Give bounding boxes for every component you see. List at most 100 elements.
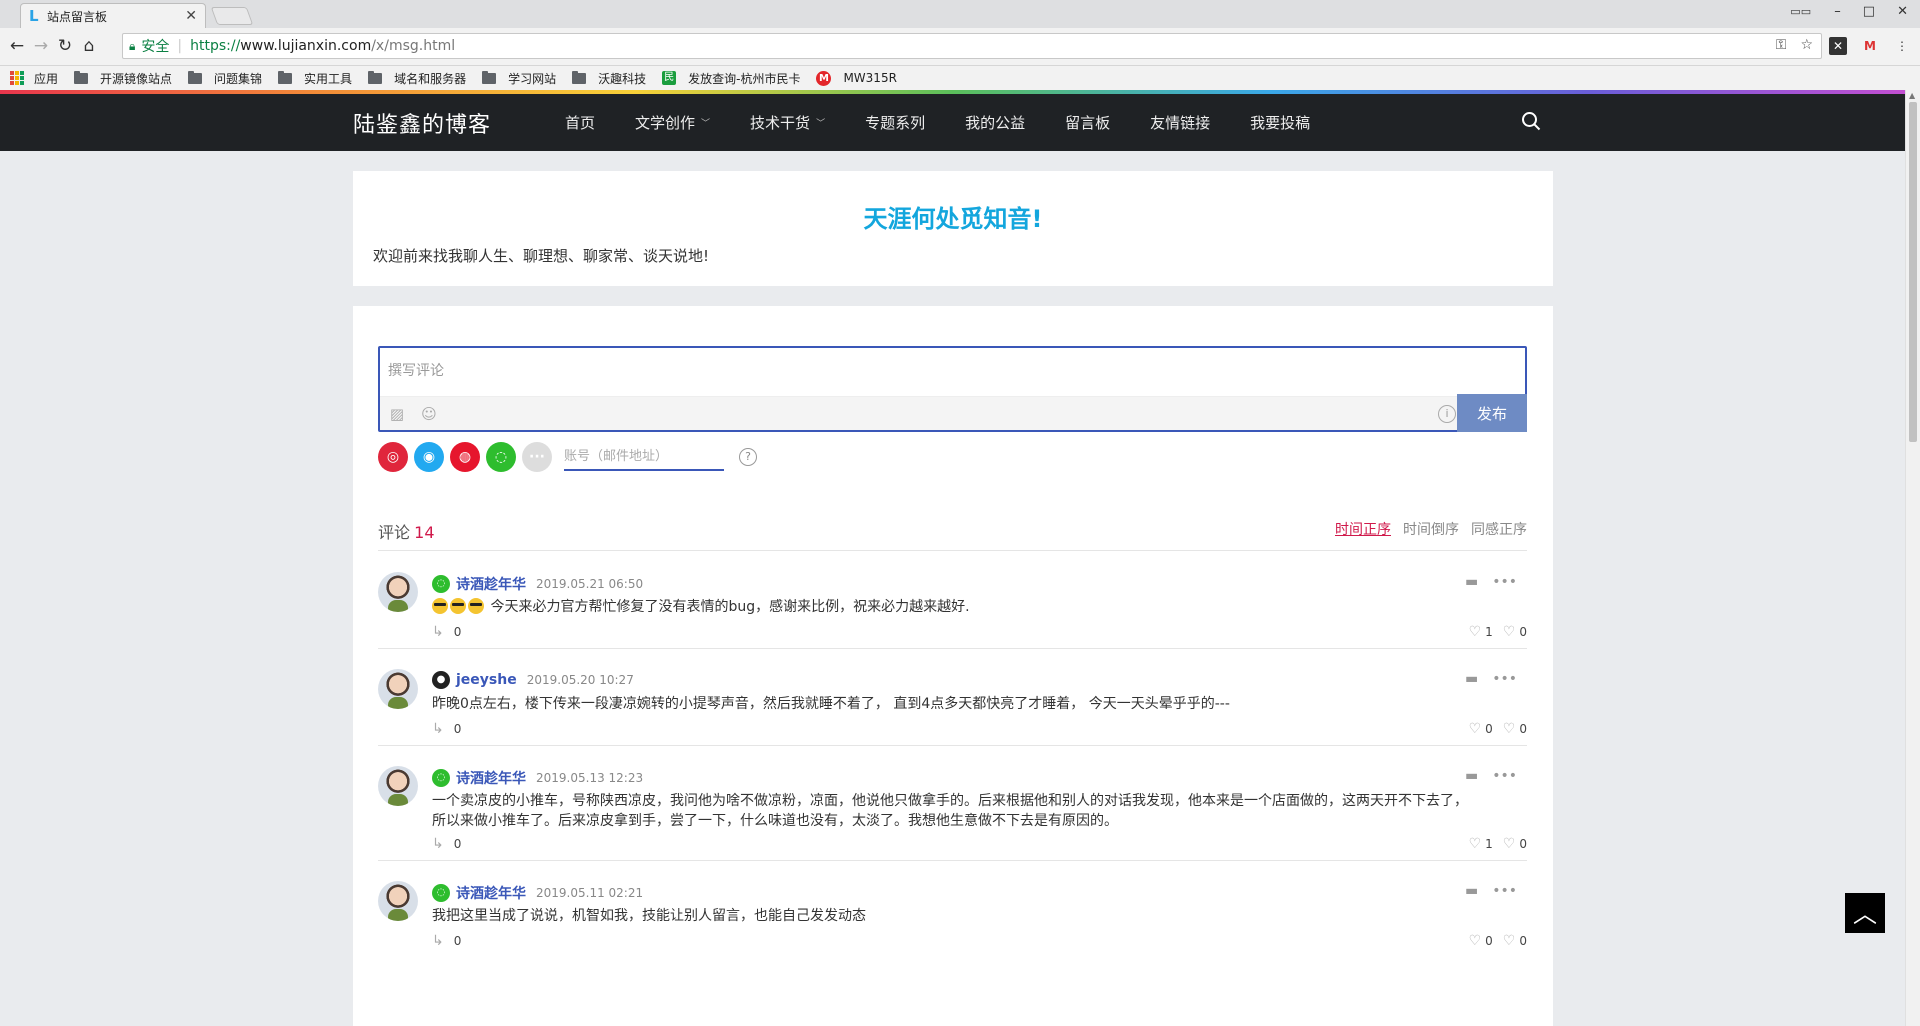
reply-button[interactable]: ↳ 0 (432, 836, 461, 852)
dislike-count: 0 (1519, 934, 1527, 948)
comments-label: 评论 (378, 523, 411, 542)
reply-button[interactable]: ↳ 0 (432, 721, 461, 737)
user-profile-icon[interactable]: ▭▭ (1790, 5, 1812, 19)
address-bar[interactable]: 🔒︎ 安全 | https:// www.lujianxin.com /x/ms… (122, 33, 1822, 59)
like-button[interactable]: ♡ 1 (1469, 836, 1493, 852)
dislike-button[interactable]: ♡ 0 (1503, 933, 1527, 949)
browser-menu-icon[interactable]: ⋮ (1893, 37, 1911, 55)
browser-tab[interactable]: L 站点留言板 ✕ (20, 3, 206, 28)
nav-item-submit[interactable]: 我要投稿 (1250, 112, 1310, 133)
publish-button[interactable]: 发布 (1457, 394, 1527, 432)
nav-item-literature[interactable]: 文学创作 ﹀ (635, 112, 710, 133)
page-scrollbar[interactable]: ▲ (1905, 90, 1920, 1026)
close-window-icon[interactable]: ✕ (1897, 4, 1908, 19)
emoji-icon[interactable]: ☺ (420, 405, 438, 423)
search-icon[interactable] (1521, 111, 1541, 131)
broken-heart-icon: ♡ (1502, 624, 1516, 640)
like-button[interactable]: ♡ 1 (1469, 624, 1493, 640)
info-icon[interactable]: i (1438, 405, 1456, 423)
collapse-icon[interactable]: ▬ (1465, 768, 1478, 784)
comment-body: 今天来必力官方帮忙修复了没有表情的bug，感谢来比例，祝来必力越来越好. (490, 599, 970, 615)
more-options-icon[interactable]: ••• (1492, 574, 1517, 590)
bookmark-label: 学习网站 (508, 71, 557, 86)
forward-arrow-icon[interactable]: → (30, 36, 52, 56)
bookmark-folder[interactable]: 开源镜像站点 (74, 70, 172, 87)
collapse-icon[interactable]: ▬ (1465, 671, 1478, 687)
livere-login-icon[interactable]: ◎ (378, 442, 408, 472)
dislike-button[interactable]: ♡ 0 (1503, 721, 1527, 737)
maximize-icon[interactable]: □ (1863, 4, 1875, 19)
collapse-icon[interactable]: ▬ (1465, 883, 1478, 899)
reply-button[interactable]: ↳ 0 (432, 624, 461, 640)
editor-toolbar: ▨ ☺ i (380, 396, 1525, 430)
comment-author[interactable]: 诗酒趁年华 (456, 574, 526, 594)
nav-item-home[interactable]: 首页 (565, 112, 595, 133)
nav-item-charity[interactable]: 我的公益 (965, 112, 1025, 133)
reload-icon[interactable]: ↻ (54, 36, 76, 56)
dislike-button[interactable]: ♡ 0 (1503, 836, 1527, 852)
bookmark-apps[interactable]: 应用 (10, 70, 58, 87)
weibo-login-icon[interactable]: ◍ (450, 442, 480, 472)
more-options-icon[interactable]: ••• (1492, 883, 1517, 899)
new-tab-button[interactable] (210, 7, 254, 25)
scroll-up-icon[interactable]: ▲ (1909, 91, 1915, 100)
bookmark-folder[interactable]: 学习网站 (482, 70, 556, 87)
nav-item-guestbook[interactable]: 留言板 (1065, 112, 1110, 133)
image-upload-icon[interactable]: ▨ (388, 405, 406, 423)
bookmark-folder[interactable]: 实用工具 (278, 70, 352, 87)
more-login-icon[interactable]: ··· (522, 442, 552, 472)
avatar[interactable] (378, 766, 418, 806)
wechat-icon: ◌ (432, 575, 450, 593)
account-email-input[interactable] (564, 443, 724, 471)
sort-time-asc[interactable]: 时间正序 (1335, 519, 1391, 539)
minimize-icon[interactable]: – (1834, 4, 1841, 19)
qq-login-icon[interactable]: ◉ (414, 442, 444, 472)
sort-time-desc[interactable]: 时间倒序 (1403, 519, 1459, 539)
reply-button[interactable]: ↳ 0 (432, 933, 461, 949)
nav-item-series[interactable]: 专题系列 (865, 112, 925, 133)
bookmark-folder[interactable]: 沃趣科技 (572, 70, 646, 87)
avatar[interactable] (378, 572, 418, 612)
help-icon[interactable]: ? (739, 448, 757, 466)
like-button[interactable]: ♡ 0 (1469, 721, 1493, 737)
comment-input[interactable] (388, 356, 1508, 386)
home-icon[interactable]: ⌂ (78, 36, 100, 56)
sort-likes[interactable]: 同感正序 (1471, 519, 1527, 539)
more-options-icon[interactable]: ••• (1492, 768, 1517, 784)
lock-icon: 🔒︎ (129, 38, 136, 53)
broken-heart-icon: ♡ (1502, 933, 1516, 949)
comment-author[interactable]: 诗酒趁年华 (456, 883, 526, 903)
reply-count: 0 (453, 625, 462, 639)
extension-x-icon[interactable]: ✕ (1829, 37, 1847, 55)
site-header: 陆鉴鑫的博客 首页 文学创作 ﹀ 技术干货 ﹀ 专题系列 我的公益 留言板 友情链接… (0, 94, 1905, 151)
key-icon[interactable]: ⚿ (1776, 37, 1787, 53)
dislike-button[interactable]: ♡ 0 (1503, 624, 1527, 640)
nav-item-tech[interactable]: 技术干货 ﹀ (750, 112, 825, 133)
reply-count: 0 (453, 934, 462, 948)
comment-item: ◌ 诗酒趁年华 2019.05.13 12:23 ▬ ••• 一个卖凉皮的小推车… (378, 746, 1527, 861)
avatar[interactable] (378, 669, 418, 709)
bookmark-link[interactable]: M MW315R (816, 70, 897, 86)
comment-author[interactable]: jeeyshe (456, 672, 517, 688)
more-options-icon[interactable]: ••• (1492, 671, 1517, 687)
bookmark-folder[interactable]: 问题集锦 (188, 70, 262, 87)
gmail-icon[interactable]: M (1861, 37, 1879, 55)
scrollbar-thumb[interactable] (1909, 102, 1917, 442)
folder-icon (368, 70, 383, 84)
site-logo[interactable]: 陆鉴鑫的博客 (353, 107, 491, 139)
collapse-icon[interactable]: ▬ (1465, 574, 1478, 590)
bookmark-folder[interactable]: 域名和服务器 (368, 70, 466, 87)
bookmark-star-icon[interactable]: ☆ (1800, 37, 1813, 53)
back-arrow-icon[interactable]: ← (6, 36, 28, 56)
nav-item-links[interactable]: 友情链接 (1150, 112, 1210, 133)
bookmark-link[interactable]: 民发放查询-杭州市民卡 (662, 70, 800, 87)
chevron-down-icon: ﹀ (701, 119, 711, 129)
like-button[interactable]: ♡ 0 (1469, 933, 1493, 949)
dislike-count: 0 (1519, 837, 1527, 851)
like-count: 1 (1485, 625, 1493, 639)
comment-author[interactable]: 诗酒趁年华 (456, 768, 526, 788)
wechat-login-icon[interactable]: ◌ (486, 442, 516, 472)
avatar[interactable] (378, 881, 418, 921)
tab-close-icon[interactable]: ✕ (185, 8, 197, 24)
back-to-top-button[interactable]: ︿ (1845, 893, 1885, 933)
